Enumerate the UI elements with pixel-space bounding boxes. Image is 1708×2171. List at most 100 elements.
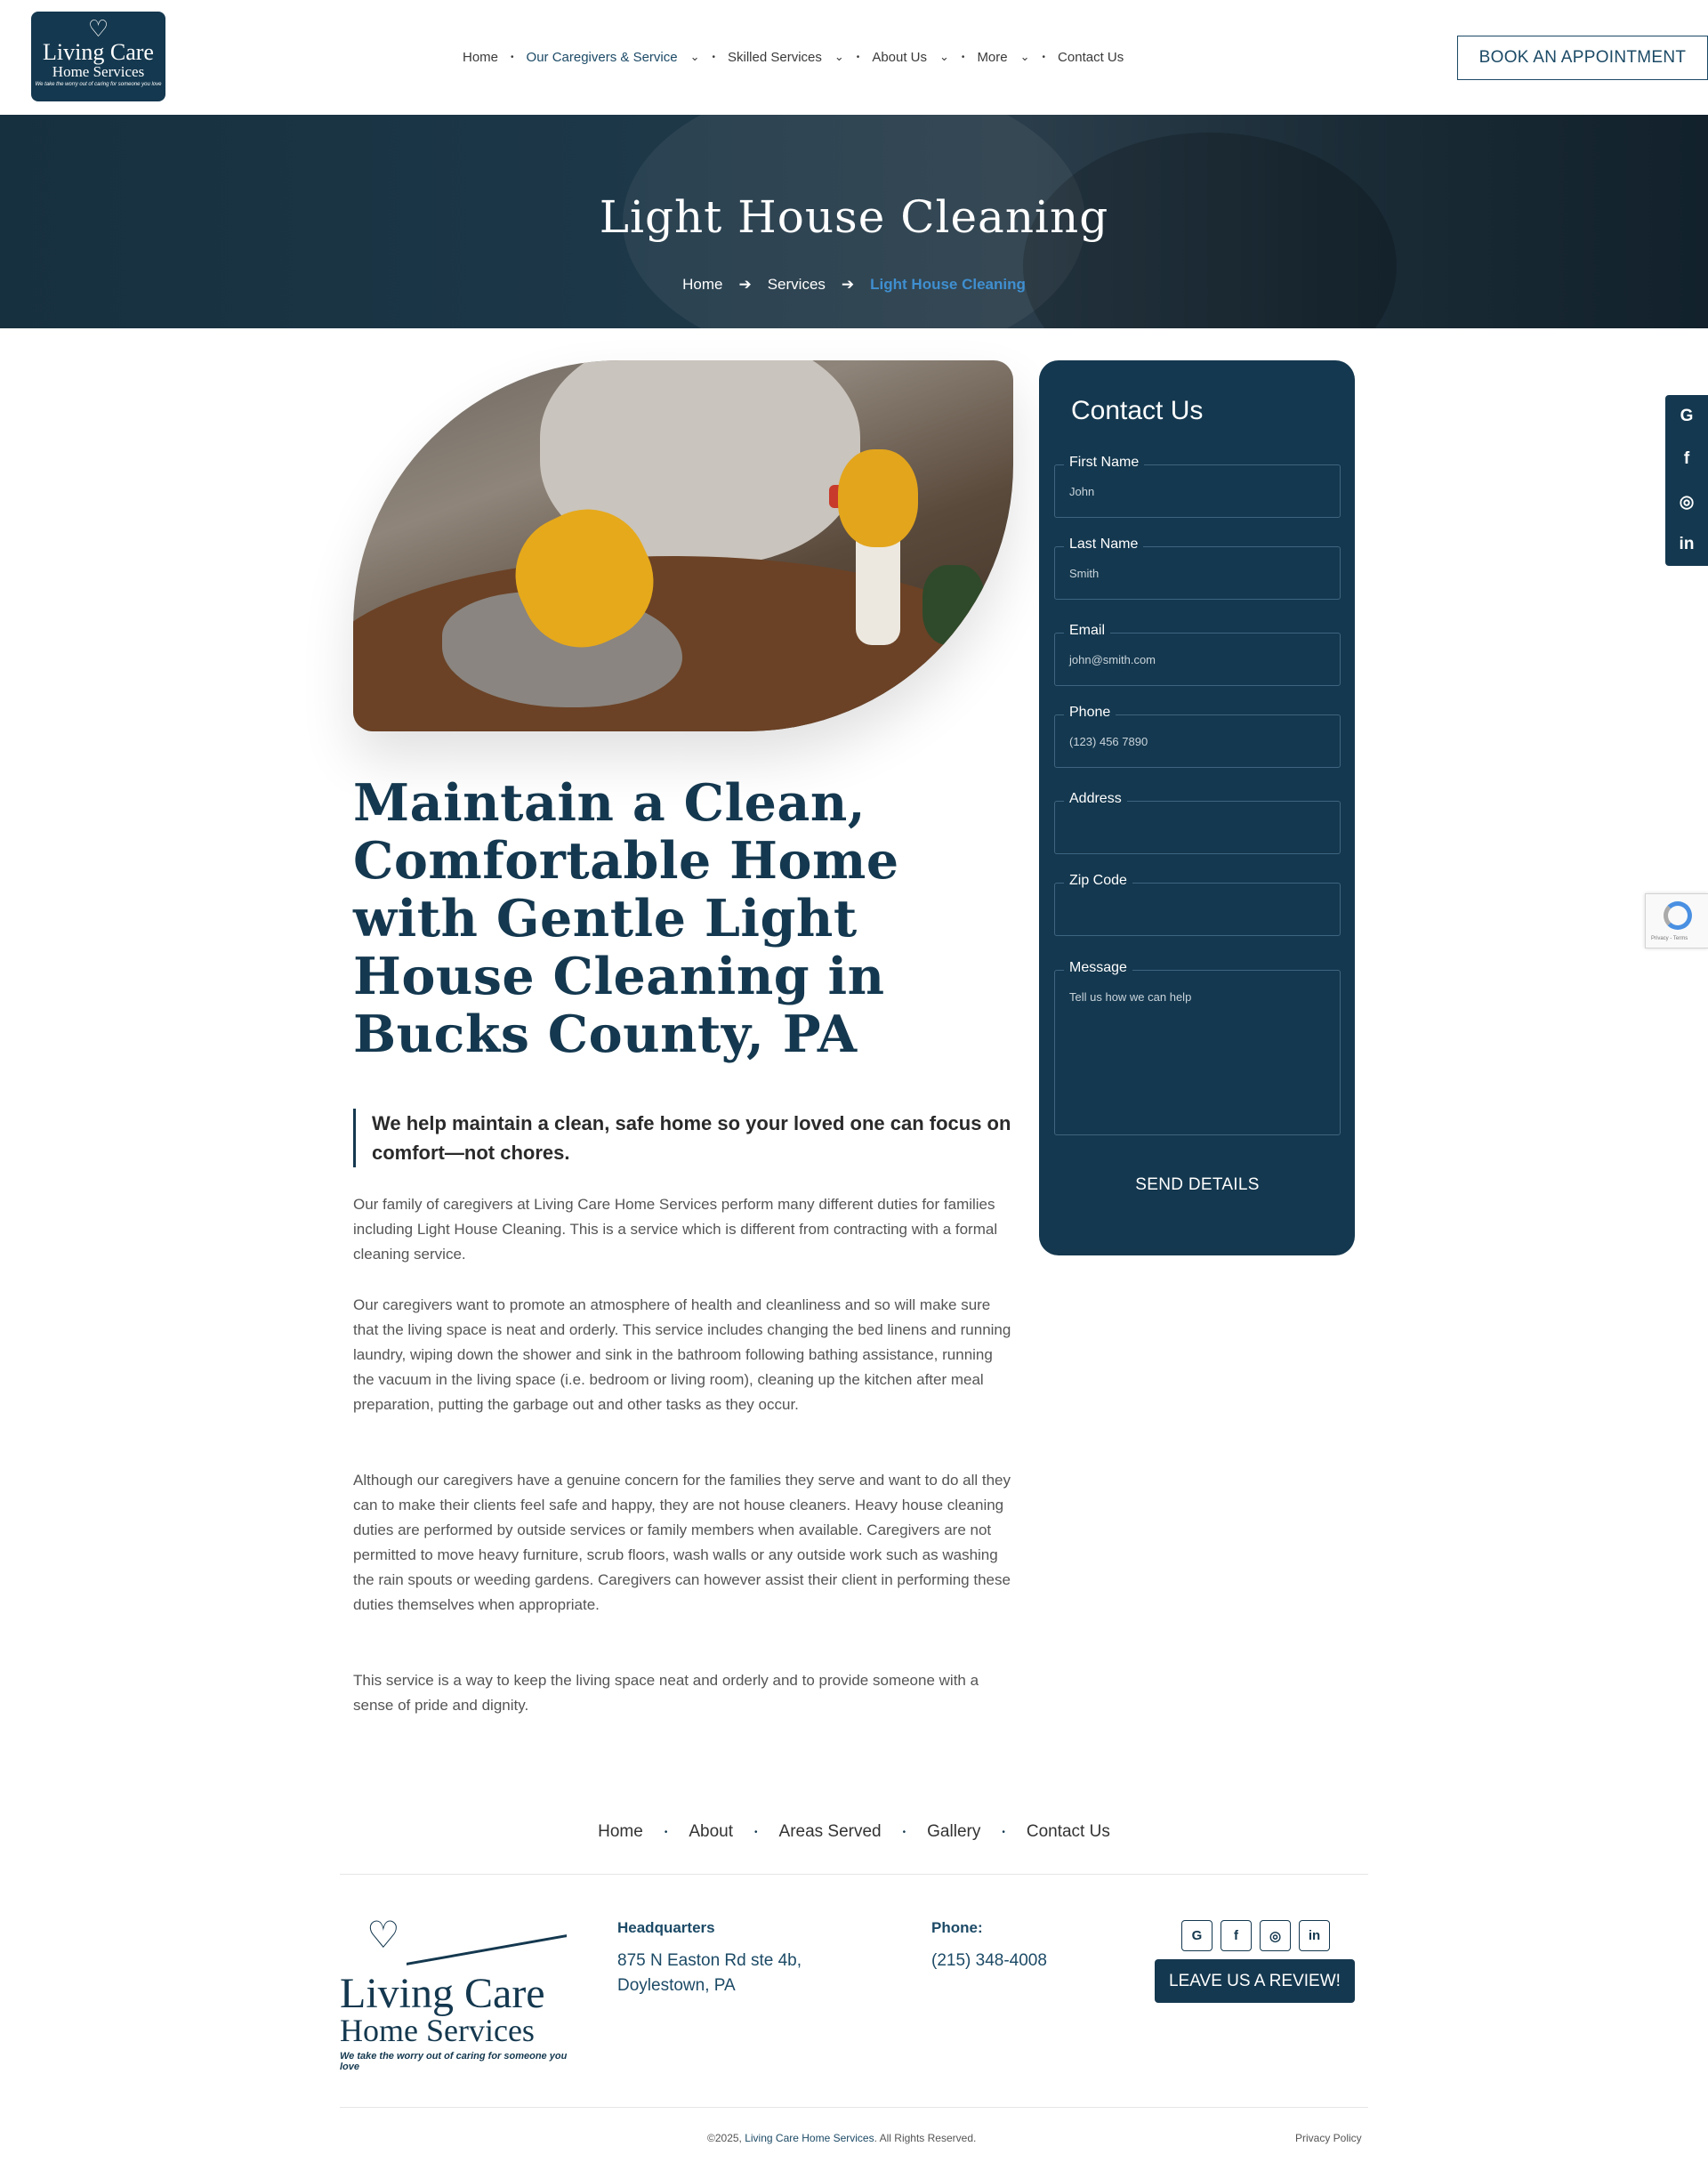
- breadcrumb-home[interactable]: Home: [682, 276, 722, 294]
- footer-link-home[interactable]: Home: [598, 1822, 643, 1842]
- footer-logo-tagline: We take the worry out of caring for some…: [340, 2051, 568, 2072]
- nav-separator: •: [511, 52, 514, 62]
- field-placeholder: john@smith.com: [1069, 653, 1156, 666]
- field-placeholder: Tell us how we can help: [1069, 990, 1192, 1004]
- field-label: Phone: [1064, 705, 1116, 721]
- facebook-icon[interactable]: f: [1665, 438, 1708, 480]
- address-line2: Doylestown, PA: [617, 1976, 736, 1995]
- nav-separator: •: [1042, 52, 1046, 62]
- linkedin-icon[interactable]: in: [1299, 1920, 1330, 1951]
- nav-label: More: [977, 49, 1008, 65]
- address-line1: 875 N Easton Rd ste 4b,: [617, 1951, 802, 1970]
- nav-label: About Us: [872, 49, 928, 65]
- field-label: Address: [1064, 791, 1127, 807]
- logo-line2: Home Services: [52, 63, 145, 80]
- nav-item-about-us[interactable]: About Us ⌄: [872, 50, 949, 65]
- side-social-bar: G f ◎ in: [1665, 395, 1708, 566]
- site-logo[interactable]: ♡ Living Care Home Services We take the …: [31, 12, 165, 101]
- field-placeholder: (123) 456 7890: [1069, 735, 1148, 748]
- field-label: First Name: [1064, 455, 1145, 471]
- copyright-suffix: . All Rights Reserved.: [874, 2132, 977, 2144]
- address-field[interactable]: Address: [1054, 791, 1341, 854]
- instagram-icon[interactable]: ◎: [1665, 480, 1708, 523]
- nav-label: Home: [463, 49, 499, 65]
- photo-glove: [838, 449, 918, 547]
- field-label: Message: [1064, 960, 1132, 976]
- logo-tagline: We take the worry out of caring for some…: [35, 82, 162, 87]
- copyright: ©2025, Living Care Home Services. All Ri…: [707, 2132, 976, 2144]
- message-field[interactable]: Message Tell us how we can help: [1054, 960, 1341, 1135]
- footer-link-contact-us[interactable]: Contact Us: [1027, 1822, 1110, 1842]
- nav-label: Skilled Services: [728, 49, 822, 65]
- chevron-down-icon: ⌄: [689, 50, 700, 63]
- zip-code-field[interactable]: Zip Code: [1054, 873, 1341, 936]
- instagram-icon[interactable]: ◎: [1260, 1920, 1291, 1951]
- phone-field[interactable]: Phone (123) 456 7890: [1054, 705, 1341, 768]
- arrow-right-icon: ➔: [738, 276, 752, 293]
- footer-separator: •: [664, 1827, 668, 1837]
- send-details-button[interactable]: SEND DETAILS: [1054, 1163, 1341, 1207]
- nav-label: Our Caregivers & Service: [526, 49, 678, 65]
- facebook-icon[interactable]: f: [1221, 1920, 1252, 1951]
- page-hero: Light House Cleaning Home ➔ Services ➔ L…: [0, 115, 1708, 328]
- phone-heading: Phone:: [931, 1919, 983, 1936]
- headquarters-heading: Headquarters: [617, 1919, 715, 1936]
- heart-logo-icon: ♡: [87, 15, 109, 42]
- chevron-down-icon: ⌄: [834, 50, 844, 63]
- leave-review-button[interactable]: LEAVE US A REVIEW!: [1155, 1959, 1355, 2003]
- email-field[interactable]: Email john@smith.com: [1054, 623, 1341, 686]
- footer-link-areas-served[interactable]: Areas Served: [779, 1822, 882, 1842]
- nav-item-caregivers-service[interactable]: Our Caregivers & Service ⌄: [527, 50, 700, 65]
- page-title: Light House Cleaning: [599, 191, 1109, 243]
- footer-nav: Home • About • Areas Served • Gallery • …: [0, 1822, 1708, 1842]
- nav-item-skilled-services[interactable]: Skilled Services ⌄: [728, 50, 844, 65]
- footer-divider: [340, 1874, 1368, 1875]
- contact-form: Contact Us First Name John Last Name Smi…: [1039, 360, 1355, 1255]
- google-icon[interactable]: G: [1181, 1920, 1213, 1951]
- cleaning-photo: [353, 360, 1013, 731]
- copyright-brand-link[interactable]: Living Care Home Services: [745, 2132, 874, 2144]
- nav-separator: •: [712, 52, 716, 62]
- phone-number[interactable]: (215) 348-4008: [931, 1949, 1047, 1973]
- nav-separator: •: [856, 52, 860, 62]
- footer-social-icons: G f ◎ in: [1181, 1920, 1338, 1951]
- last-name-field[interactable]: Last Name Smith: [1054, 537, 1341, 600]
- logo-line1: Living Care: [43, 39, 154, 65]
- body-paragraph: Although our caregivers have a genuine c…: [353, 1472, 1011, 1613]
- nav-item-more[interactable]: More ⌄: [977, 50, 1029, 65]
- book-appointment-button[interactable]: BOOK AN APPOINTMENT: [1457, 36, 1708, 80]
- body-paragraph: Our caregivers want to promote an atmosp…: [353, 1296, 1011, 1413]
- footer-link-about[interactable]: About: [689, 1822, 733, 1842]
- breadcrumb-services[interactable]: Services: [768, 276, 826, 294]
- recaptcha-badge[interactable]: Privacy - Terms: [1645, 893, 1708, 948]
- footer-separator: •: [754, 1827, 758, 1837]
- footer-separator: •: [1002, 1827, 1005, 1837]
- linkedin-icon[interactable]: in: [1665, 523, 1708, 566]
- nav-item-contact-us[interactable]: Contact Us: [1058, 50, 1124, 65]
- heart-logo-icon: ♡: [367, 1914, 400, 1956]
- footer-divider: [340, 2107, 1368, 2108]
- field-placeholder: Smith: [1069, 567, 1100, 580]
- recaptcha-text: Privacy - Terms: [1651, 936, 1688, 941]
- google-icon[interactable]: G: [1665, 395, 1708, 438]
- site-header: ♡ Living Care Home Services We take the …: [0, 0, 1708, 115]
- body-paragraph: Our family of caregivers at Living Care …: [353, 1196, 998, 1263]
- field-label: Zip Code: [1064, 873, 1132, 889]
- breadcrumb-current: Light House Cleaning: [870, 276, 1026, 293]
- headquarters-address[interactable]: 875 N Easton Rd ste 4b, Doylestown, PA: [617, 1949, 802, 1998]
- intro-quote: We help maintain a clean, safe home so y…: [353, 1109, 1013, 1167]
- field-label: Last Name: [1064, 537, 1144, 553]
- field-label: Email: [1064, 623, 1111, 639]
- contact-form-title: Contact Us: [1071, 396, 1204, 425]
- footer-logo[interactable]: ♡ Living Care Home Services We take the …: [340, 1913, 584, 2072]
- first-name-field[interactable]: First Name John: [1054, 455, 1341, 518]
- footer-link-gallery[interactable]: Gallery: [927, 1822, 980, 1842]
- chevron-down-icon: ⌄: [1019, 50, 1030, 63]
- nav-separator: •: [961, 52, 965, 62]
- breadcrumb: Home ➔ Services ➔ Light House Cleaning: [0, 276, 1708, 294]
- nav-item-home[interactable]: Home: [463, 50, 498, 65]
- copyright-prefix: ©2025,: [707, 2132, 745, 2144]
- footer-separator: •: [902, 1827, 906, 1837]
- privacy-policy-link[interactable]: Privacy Policy: [1295, 2132, 1362, 2144]
- recaptcha-icon: [1664, 901, 1692, 930]
